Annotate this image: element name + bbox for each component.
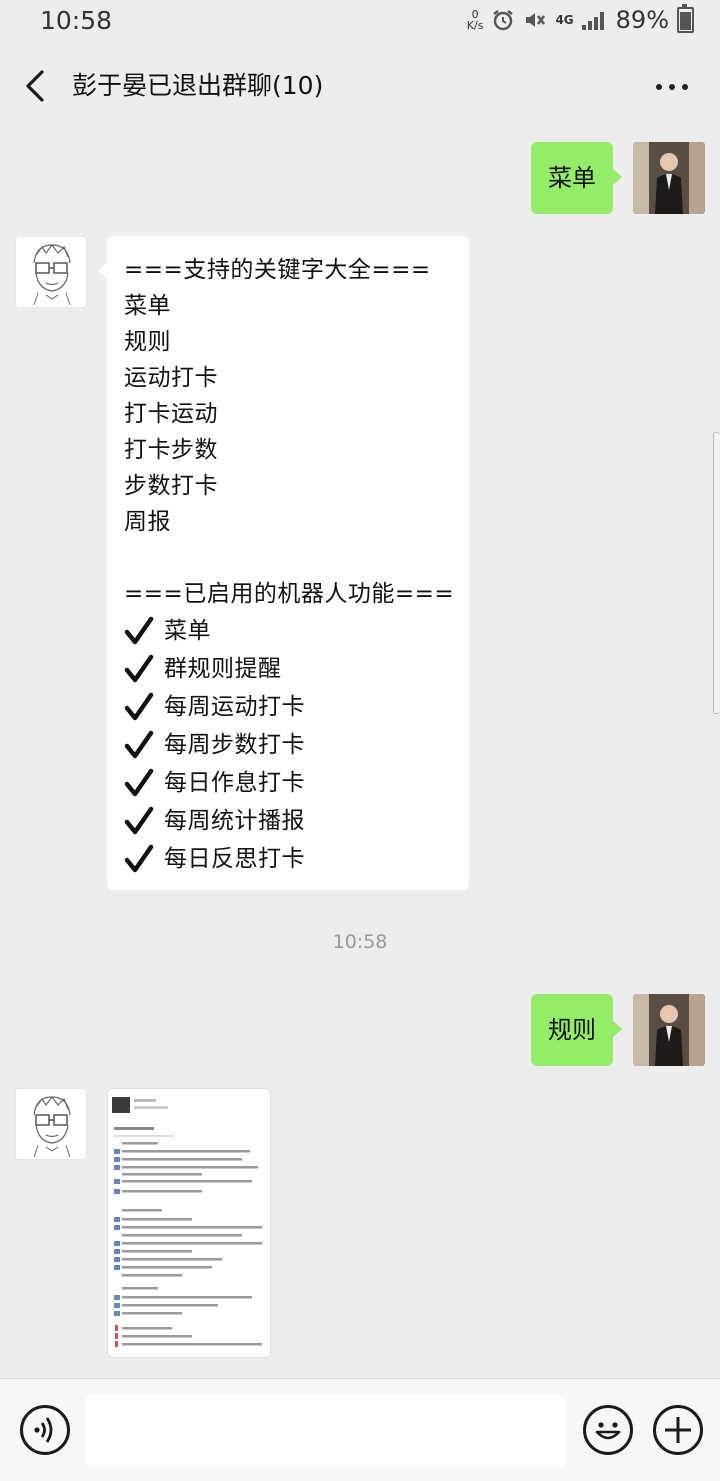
back-button[interactable] [18, 64, 58, 108]
feature-item: 菜单 [124, 612, 454, 650]
checkmark-icon [124, 616, 154, 645]
chevron-left-icon [26, 70, 44, 102]
chat-title: 彭于晏已退出群聊(10) [72, 71, 324, 100]
status-bar: 10:58 0 K/s 4G 89% [0, 0, 720, 44]
battery-percent: 89% [615, 6, 669, 34]
checkmark-icon [124, 806, 154, 835]
self-avatar[interactable] [633, 142, 705, 214]
image-message[interactable] [107, 1088, 271, 1358]
keyword-line: 运动打卡 [124, 365, 218, 391]
outgoing-message[interactable]: 规则 [531, 994, 622, 1066]
battery-icon [677, 4, 694, 33]
net-speed-unit: K/s [466, 19, 484, 32]
feature-item: 每周统计播报 [124, 802, 454, 840]
message-text: 菜单 [548, 164, 596, 192]
person-photo [633, 142, 705, 214]
feature-item: 每日反思打卡 [124, 840, 454, 878]
self-avatar[interactable] [633, 994, 705, 1066]
checkmark-icon [124, 768, 154, 797]
message-text: 规则 [548, 1016, 596, 1044]
feature-label: 每周步数打卡 [164, 732, 305, 758]
alarm-icon [493, 10, 514, 31]
scroll-indicator[interactable] [713, 432, 720, 714]
feature-item: 每周步数打卡 [124, 726, 454, 764]
keyword-line: ===已启用的机器人功能=== [124, 581, 455, 607]
person-photo [633, 994, 705, 1066]
more-button[interactable] [652, 72, 692, 102]
emoji-button[interactable] [583, 1405, 633, 1455]
feature-label: 每日反思打卡 [164, 846, 305, 872]
status-icons: 0 K/s 4G 89% [467, 4, 694, 34]
keyword-line: 步数打卡 [124, 473, 218, 499]
chat-header: 彭于晏已退出群聊(10) [0, 44, 720, 128]
mute-icon [526, 13, 546, 27]
checkmark-icon [124, 692, 154, 721]
feature-item: 每日作息打卡 [124, 764, 454, 802]
plus-icon [665, 1417, 691, 1443]
keyword-line: 菜单 [124, 293, 171, 319]
outgoing-message[interactable]: 菜单 [531, 142, 622, 214]
checkmark-icon [124, 844, 154, 873]
network-type: 4G [555, 13, 574, 27]
cartoon-face [33, 1096, 71, 1158]
rules-screenshot-thumbnail [108, 1089, 270, 1357]
feature-item: 群规则提醒 [124, 650, 454, 688]
bot-avatar[interactable] [15, 236, 87, 308]
keyword-line: 周报 [124, 509, 171, 535]
cartoon-face [33, 244, 71, 306]
time-divider: 10:58 [332, 931, 388, 953]
feature-label: 每日作息打卡 [164, 770, 305, 796]
bot-avatar[interactable] [15, 1088, 87, 1160]
keyword-list: ===支持的关键字大全=== 菜单 规则 运动打卡 打卡运动 打卡步数 步数打卡… [124, 252, 454, 878]
voice-icon [34, 1417, 53, 1443]
keyword-line: 打卡步数 [124, 437, 218, 463]
incoming-message[interactable]: ===支持的关键字大全=== 菜单 规则 运动打卡 打卡运动 打卡步数 步数打卡… [98, 236, 469, 890]
emoji-icon [595, 1422, 621, 1440]
net-speed: 0 K/s [467, 9, 484, 31]
keyword-line: 规则 [124, 329, 171, 355]
keyword-line: 打卡运动 [124, 401, 218, 427]
message-input[interactable] [86, 1395, 566, 1467]
feature-label: 每周统计播报 [164, 808, 305, 834]
checkmark-icon [124, 654, 154, 683]
input-bar [0, 1378, 720, 1481]
status-time: 10:58 [40, 6, 113, 35]
keyword-line [124, 540, 454, 576]
message-list[interactable]: 菜单 ===支持的关键字大全=== 菜单 规则 运动打卡 打卡运动 打卡步数 步… [0, 128, 720, 1378]
feature-label: 每周运动打卡 [164, 694, 305, 720]
voice-button[interactable] [20, 1405, 70, 1455]
checkmark-icon [124, 730, 154, 759]
feature-label: 菜单 [164, 618, 211, 644]
more-functions-button[interactable] [653, 1405, 703, 1455]
keyword-line: ===支持的关键字大全=== [124, 257, 431, 283]
signal-icon [581, 10, 608, 30]
feature-item: 每周运动打卡 [124, 688, 454, 726]
feature-label: 群规则提醒 [164, 656, 282, 682]
